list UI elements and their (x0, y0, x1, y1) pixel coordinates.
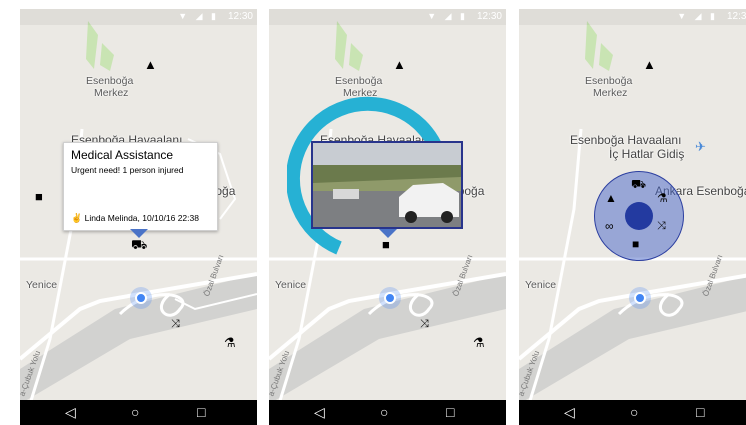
collapse-arrows-icon[interactable]: ⤨ (420, 318, 429, 331)
status-bar: ▼ ◢ ▮ 12:30 (269, 9, 506, 25)
map-label-esenboga: Esenboğa (585, 75, 633, 87)
map-label-yenice: Yenice (275, 279, 307, 291)
warning-icon[interactable]: ▲ (605, 192, 617, 204)
collapse-arrows-icon[interactable]: ⤨ (171, 318, 180, 331)
recents-button[interactable]: □ (446, 404, 454, 420)
collapse-arrows-icon[interactable]: ⤨ (657, 220, 666, 232)
home-button[interactable]: ○ (380, 404, 388, 420)
map-label-yenice: Yenice (525, 279, 557, 291)
home-button[interactable]: ○ (630, 404, 638, 420)
back-button[interactable]: ◁ (314, 404, 325, 420)
hand-icon: ✌ (71, 213, 83, 223)
flask-icon[interactable]: ⚗ (657, 192, 668, 204)
navigation-bar: ◁ ○ □ (20, 400, 257, 425)
back-button[interactable]: ◁ (564, 404, 575, 420)
radial-menu[interactable]: ⛟ ⚗ ⤨ ■ ∞ ▲ (594, 171, 684, 261)
popup-title: Medical Assistance (71, 148, 174, 162)
popup-author: Linda Melinda, 10/10/16 22:38 (84, 213, 199, 223)
status-time: 12:30 (726, 11, 746, 22)
current-location-dot (130, 287, 152, 309)
status-icons: ▼ ◢ ▮ (677, 11, 718, 21)
phone-screen-radial-menu: ▼ ◢ ▮ 12:30 ▲ Esenboğa Merkez Esenboğa H… (519, 9, 746, 425)
map-label-merkez: Merkez (593, 87, 628, 99)
flask-icon[interactable]: ⚗ (224, 336, 236, 349)
ambulance-icon[interactable]: ⛟ (631, 178, 646, 190)
airplane-icon: ✈ (695, 139, 706, 154)
warning-icon[interactable]: ▲ (643, 58, 656, 71)
warning-icon[interactable]: ▲ (144, 58, 157, 71)
map-label-yenice: Yenice (26, 279, 58, 291)
status-time: 12:30 (227, 11, 253, 22)
ambulance-icon[interactable]: ⛟ (131, 238, 147, 251)
navigation-bar: ◁ ○ □ (269, 400, 506, 425)
status-bar: ▼ ◢ ▮ 12:30 (20, 9, 257, 25)
home-button[interactable]: ○ (131, 404, 139, 420)
map-label-havaalani: Esenboğa Havaalanı (570, 133, 682, 147)
popup-body: Urgent need! 1 person injured (71, 165, 184, 175)
navigation-bar: ◁ ○ □ (519, 400, 746, 425)
phone-screen-popup: ▼ ◢ ▮ 12:30 ▲ Esenboğa Merkez Esenboğa H… (20, 9, 257, 425)
incident-photo[interactable] (311, 141, 463, 229)
status-time: 12:30 (476, 11, 502, 22)
map-label-esenboga: Esenboğa (86, 75, 134, 87)
popup-footer: ✌ Linda Melinda, 10/10/16 22:38 (71, 213, 199, 224)
phone-screen-photo: ▼ ◢ ▮ 12:30 ▲ Esenboğa Merkez Esenboğa H… (269, 9, 506, 425)
recents-button[interactable]: □ (696, 404, 704, 420)
status-icons: ▼ ◢ ▮ (427, 11, 468, 21)
current-location-dot (379, 287, 401, 309)
incident-popup[interactable]: Medical Assistance Urgent need! 1 person… (63, 142, 218, 231)
recents-button[interactable]: □ (197, 404, 205, 420)
photo-image (313, 143, 461, 227)
warning-icon[interactable]: ▲ (393, 58, 406, 71)
back-button[interactable]: ◁ (65, 404, 76, 420)
camera-icon[interactable]: ■ (382, 238, 390, 251)
map-label-ic-hatlar: İç Hatlar Gidiş (609, 147, 685, 161)
binoculars-icon[interactable]: ∞ (605, 220, 614, 232)
map-label-merkez: Merkez (94, 87, 129, 99)
radial-menu-center[interactable] (625, 202, 653, 230)
status-bar: ▼ ◢ ▮ 12:30 (519, 9, 746, 25)
current-location-dot (629, 287, 651, 309)
map-label-esenboga: Esenboğa (335, 75, 383, 87)
camera-icon[interactable]: ■ (35, 190, 43, 203)
status-icons: ▼ ◢ ▮ (178, 11, 219, 21)
flask-icon[interactable]: ⚗ (473, 336, 485, 349)
camera-icon[interactable]: ■ (632, 238, 639, 250)
